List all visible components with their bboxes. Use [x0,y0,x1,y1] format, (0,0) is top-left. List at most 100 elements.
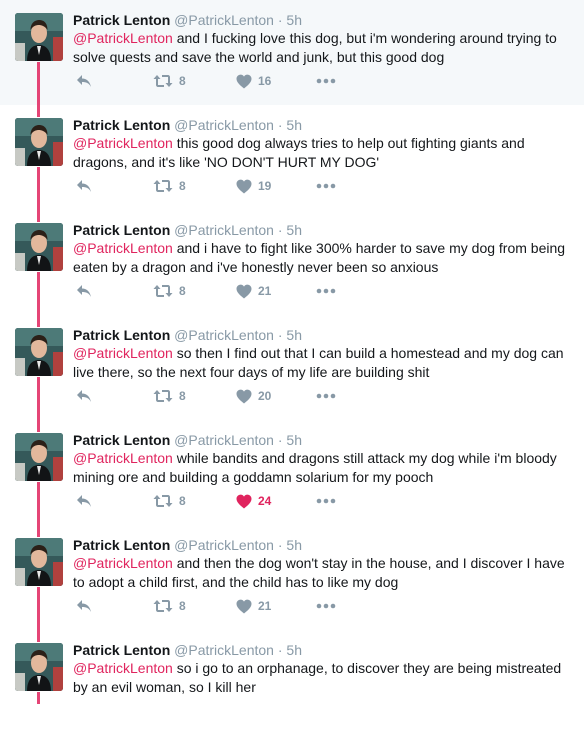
mention-link[interactable]: @PatrickLenton [73,555,173,571]
more-icon [316,393,336,399]
display-name[interactable]: Patrick Lenton [73,12,170,28]
mention-link[interactable]: @PatrickLenton [73,660,173,676]
heart-icon [236,284,252,299]
retweet-count: 8 [179,389,186,403]
reply-button[interactable] [76,176,92,196]
tweet-text: @PatrickLenton this good dog always trie… [73,134,578,172]
tweet[interactable]: Patrick Lenton @PatrickLenton · 5h @Patri… [0,315,584,420]
display-name[interactable]: Patrick Lenton [73,432,170,448]
like-button[interactable]: 20 [236,386,271,406]
reply-icon [76,389,92,403]
tweet-header: Patrick Lenton @PatrickLenton · 5h [73,431,302,449]
display-name[interactable]: Patrick Lenton [73,327,170,343]
user-handle[interactable]: @PatrickLenton [174,642,274,658]
retweet-icon [153,494,173,508]
tweet-header: Patrick Lenton @PatrickLenton · 5h [73,11,302,29]
user-handle[interactable]: @PatrickLenton [174,432,274,448]
display-name[interactable]: Patrick Lenton [73,222,170,238]
user-handle[interactable]: @PatrickLenton [174,222,274,238]
tweet-text: @PatrickLenton while bandits and dragons… [73,449,578,487]
heart-icon [236,179,252,194]
retweet-icon [153,179,173,193]
avatar[interactable] [15,223,63,271]
like-button[interactable]: 16 [236,71,271,91]
more-button[interactable] [316,386,336,406]
mention-link[interactable]: @PatrickLenton [73,240,173,256]
reply-button[interactable] [76,386,92,406]
avatar[interactable] [15,118,63,166]
reply-button[interactable] [76,491,92,511]
avatar[interactable] [15,538,63,586]
avatar[interactable] [15,433,63,481]
mention-link[interactable]: @PatrickLenton [73,450,173,466]
like-count: 16 [258,74,272,88]
like-button[interactable]: 21 [236,281,271,301]
tweet[interactable]: Patrick Lenton @PatrickLenton · 5h @Patri… [0,105,584,210]
separator-dot: · [273,222,287,238]
tweet-text: @PatrickLenton so i go to an orphanage, … [73,659,578,697]
more-button[interactable] [316,281,336,301]
tweet-text: @PatrickLenton and I fucking love this d… [73,29,578,67]
retweet-button[interactable]: 8 [153,71,186,91]
tweet-actions: 8 16 [73,71,373,91]
reply-button[interactable] [76,596,92,616]
like-count: 24 [258,494,272,508]
user-handle[interactable]: @PatrickLenton [174,12,274,28]
user-handle[interactable]: @PatrickLenton [174,327,274,343]
reply-button[interactable] [76,281,92,301]
avatar[interactable] [15,643,63,691]
retweet-button[interactable]: 8 [153,176,186,196]
tweet-actions: 8 21 [73,596,373,616]
user-handle[interactable]: @PatrickLenton [174,117,274,133]
more-button[interactable] [316,176,336,196]
avatar[interactable] [15,328,63,376]
thread-connector [37,692,40,704]
retweet-button[interactable]: 8 [153,491,186,511]
display-name[interactable]: Patrick Lenton [73,642,170,658]
tweet[interactable]: Patrick Lenton @PatrickLenton · 5h @Patri… [0,0,584,105]
more-button[interactable] [316,596,336,616]
tweet-header: Patrick Lenton @PatrickLenton · 5h [73,641,302,659]
timestamp[interactable]: 5h [286,642,302,658]
mention-link[interactable]: @PatrickLenton [73,345,173,361]
heart-icon [236,494,252,509]
like-button[interactable]: 24 [236,491,271,511]
reply-icon [76,599,92,613]
tweet[interactable]: Patrick Lenton @PatrickLenton · 5h @Patri… [0,420,584,525]
mention-link[interactable]: @PatrickLenton [73,135,173,151]
more-button[interactable] [316,71,336,91]
like-button[interactable]: 21 [236,596,271,616]
heart-icon [236,389,252,404]
user-handle[interactable]: @PatrickLenton [174,537,274,553]
timestamp[interactable]: 5h [286,327,302,343]
tweet[interactable]: Patrick Lenton @PatrickLenton · 5h @Patri… [0,525,584,630]
tweet[interactable]: Patrick Lenton @PatrickLenton · 5h @Patri… [0,210,584,315]
mention-link[interactable]: @PatrickLenton [73,30,173,46]
retweet-count: 8 [179,599,186,613]
retweet-button[interactable]: 8 [153,386,186,406]
display-name[interactable]: Patrick Lenton [73,117,170,133]
timestamp[interactable]: 5h [286,432,302,448]
more-icon [316,183,336,189]
retweet-button[interactable]: 8 [153,596,186,616]
timestamp[interactable]: 5h [286,117,302,133]
timestamp[interactable]: 5h [286,12,302,28]
timestamp[interactable]: 5h [286,537,302,553]
avatar[interactable] [15,13,63,61]
timestamp[interactable]: 5h [286,222,302,238]
reply-icon [76,494,92,508]
heart-icon [236,599,252,614]
reply-icon [76,74,92,88]
more-button[interactable] [316,491,336,511]
reply-button[interactable] [76,71,92,91]
like-button[interactable]: 19 [236,176,271,196]
tweet-actions: 8 21 [73,281,373,301]
retweet-count: 8 [179,74,186,88]
tweet-text: @PatrickLenton and then the dog won't st… [73,554,578,592]
retweet-button[interactable]: 8 [153,281,186,301]
tweet[interactable]: Patrick Lenton @PatrickLenton · 5h @Patri… [0,630,584,735]
separator-dot: · [273,12,287,28]
display-name[interactable]: Patrick Lenton [73,537,170,553]
tweet-header: Patrick Lenton @PatrickLenton · 5h [73,326,302,344]
tweet-text: @PatrickLenton and i have to fight like … [73,239,578,277]
